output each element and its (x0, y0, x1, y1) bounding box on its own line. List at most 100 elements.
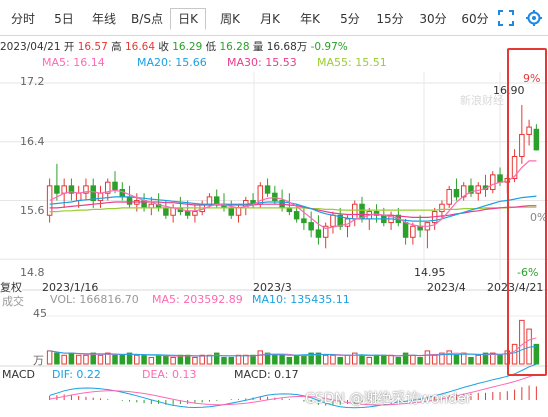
volume-bar (388, 354, 394, 365)
volume-bar (83, 354, 89, 365)
volume-bar (475, 354, 482, 365)
ma55-line (49, 206, 537, 213)
candle-body (61, 185, 67, 194)
volume-bar (366, 356, 373, 365)
candle-body (235, 207, 242, 216)
candle-body (526, 126, 532, 135)
volume-bar (170, 356, 176, 365)
candle-body (439, 203, 445, 213)
volume-bar (497, 354, 503, 365)
volume-bar (163, 354, 169, 365)
candle-body (54, 185, 60, 194)
volume-bar (286, 356, 293, 365)
volume-bar (322, 354, 329, 365)
candle-body (112, 181, 118, 191)
candle-body (213, 196, 220, 205)
pct-axis-down: -6% (517, 266, 539, 279)
macd-title: MACD (2, 368, 35, 381)
candle-body (228, 207, 235, 216)
candle-body (206, 196, 213, 205)
volume-bar (381, 354, 387, 365)
volume-bar (46, 350, 53, 365)
volume-bar (257, 350, 264, 365)
candle-body (410, 225, 416, 238)
candle-body (97, 192, 104, 202)
volume-bar (228, 356, 235, 365)
macd-value-label: MACD: 0.17 (234, 368, 299, 381)
volume-bar (235, 354, 242, 365)
volume-bar (453, 354, 460, 365)
volume-bar (192, 356, 198, 365)
volume-bar (395, 356, 402, 365)
volume-bar (511, 343, 518, 365)
candle-body (330, 214, 336, 227)
candle-body (519, 133, 525, 157)
volume-scale-unit: 万 (33, 354, 44, 367)
volume-bar (75, 354, 82, 365)
candle-body (119, 189, 126, 198)
volume-bar (402, 352, 409, 365)
volume-bar (424, 350, 431, 365)
candle-body (163, 207, 169, 216)
volume-scale-top: 45 (33, 307, 47, 320)
volume-bar (148, 356, 155, 365)
date-axis-4: 2023/4/21 (487, 281, 544, 294)
csdn-watermark: CSDN @谢绝采访wonder (305, 391, 472, 407)
candle-body (533, 128, 540, 151)
low-annotation: 14.95 (414, 266, 446, 279)
volume-bar (243, 354, 249, 365)
volume-bar (519, 319, 525, 365)
volume-bar (344, 354, 351, 365)
volume-bar (97, 354, 104, 365)
volume-ma-lines (49, 337, 537, 357)
chart-grid (0, 72, 548, 367)
candle-body (402, 222, 409, 238)
volume-bar (373, 354, 380, 365)
volume-bar (61, 354, 67, 365)
volume-bar (54, 352, 60, 365)
candle-body (308, 222, 314, 231)
candle-body (315, 229, 322, 238)
volume-bar (301, 354, 307, 365)
candle-body (453, 189, 460, 198)
volume-bar (213, 352, 220, 365)
macd-dif-label: DIF: 0.22 (52, 368, 101, 381)
candle-body (75, 192, 82, 202)
candle-body (264, 185, 271, 194)
volume-bar (112, 354, 118, 365)
volume-ma10-label: MA10: 135435.11 (252, 293, 350, 306)
volume-ma5-line (49, 337, 537, 357)
volume-bar (337, 356, 343, 365)
volume-bar (293, 354, 300, 365)
candle-body (126, 196, 133, 205)
volume-bar (279, 354, 285, 365)
volume-bar (468, 356, 474, 365)
price-axis-14-8: 14.8 (20, 266, 45, 279)
candle-body (192, 211, 198, 216)
volume-bar (417, 356, 423, 365)
date-axis-3: 2023/4 (427, 281, 466, 294)
volume-bar (134, 354, 140, 365)
candle-body (272, 192, 278, 202)
candle-body (446, 189, 452, 205)
volume-bar (184, 354, 191, 365)
macd-dea-label: DEA: 0.13 (142, 368, 197, 381)
candle-body (184, 211, 191, 216)
volume-bar (141, 354, 147, 365)
candle-body (497, 174, 503, 183)
price-axis-17-2: 17.2 (20, 75, 45, 88)
price-axis-16-4: 16.4 (20, 135, 45, 148)
volume-bar (533, 343, 540, 365)
candlestick-series (46, 105, 540, 249)
candle-body (351, 203, 358, 220)
candle-body (301, 218, 307, 224)
pct-axis-mid: 0% (530, 211, 548, 224)
candle-body (293, 211, 300, 220)
volume-bars (46, 319, 540, 365)
volume-bar (272, 354, 278, 365)
volume-bar (206, 354, 213, 365)
kline-chart[interactable] (0, 0, 548, 417)
volume-value-label: VOL: 166816.70 (50, 293, 139, 306)
candle-body (490, 174, 496, 191)
volume-bar (330, 354, 336, 365)
